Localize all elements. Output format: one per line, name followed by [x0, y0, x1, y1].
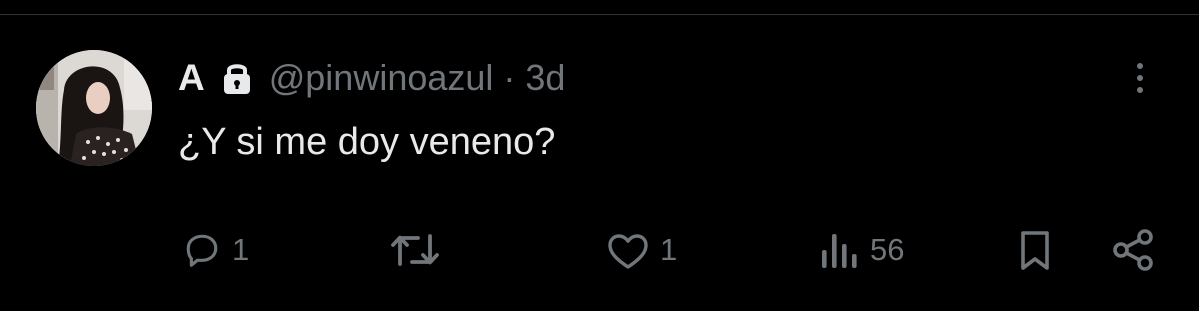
heart-icon [604, 228, 652, 272]
views-button[interactable]: 56 [818, 228, 904, 272]
like-button[interactable]: 1 [604, 228, 677, 272]
views-icon [818, 228, 862, 272]
views-count: 56 [870, 232, 905, 267]
repost-icon [388, 228, 442, 272]
reply-button[interactable]: 1 [180, 228, 249, 272]
action-bar: 1 1 56 [0, 0, 1199, 311]
repost-button[interactable] [388, 228, 450, 272]
bookmark-icon [1014, 228, 1056, 272]
share-icon [1111, 228, 1157, 272]
reply-count: 1 [232, 232, 250, 267]
bookmark-button[interactable] [1014, 228, 1056, 272]
like-count: 1 [660, 232, 678, 267]
reply-icon [180, 228, 224, 272]
share-button[interactable] [1111, 228, 1157, 272]
